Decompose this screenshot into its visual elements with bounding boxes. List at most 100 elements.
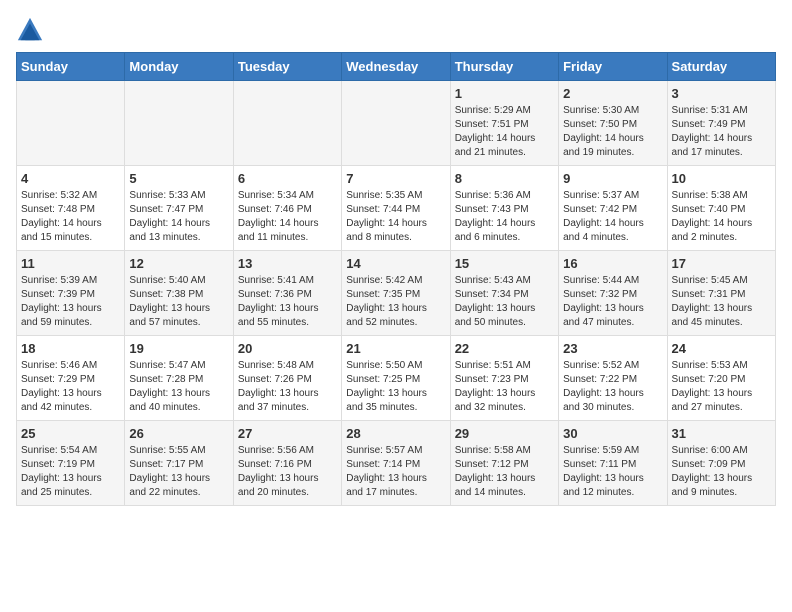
- day-number: 14: [346, 256, 445, 271]
- day-number: 8: [455, 171, 554, 186]
- cell-content: Sunrise: 5:29 AM Sunset: 7:51 PM Dayligh…: [455, 104, 554, 160]
- cell-content: Sunrise: 5:33 AM Sunset: 7:47 PM Dayligh…: [129, 189, 228, 245]
- calendar-cell: 27 Sunrise: 5:56 AM Sunset: 7:16 PM Dayli…: [233, 421, 341, 506]
- header-tuesday: Tuesday: [233, 53, 341, 81]
- cell-content: Sunrise: 5:34 AM Sunset: 7:46 PM Dayligh…: [238, 189, 337, 245]
- calendar-cell: 11 Sunrise: 5:39 AM Sunset: 7:39 PM Dayli…: [17, 251, 125, 336]
- day-number: 1: [455, 86, 554, 101]
- calendar-cell: 26 Sunrise: 5:55 AM Sunset: 7:17 PM Dayli…: [125, 421, 233, 506]
- calendar-cell: [17, 81, 125, 166]
- cell-content: Sunrise: 5:48 AM Sunset: 7:26 PM Dayligh…: [238, 359, 337, 415]
- cell-content: Sunrise: 5:54 AM Sunset: 7:19 PM Dayligh…: [21, 444, 120, 500]
- calendar-cell: 10 Sunrise: 5:38 AM Sunset: 7:40 PM Dayli…: [667, 166, 775, 251]
- calendar-cell: 28 Sunrise: 5:57 AM Sunset: 7:14 PM Dayli…: [342, 421, 450, 506]
- calendar-cell: 23Sunrise: 5:52 AM Sunset: 7:22 PM Dayli…: [559, 336, 667, 421]
- cell-content: Sunrise: 5:43 AM Sunset: 7:34 PM Dayligh…: [455, 274, 554, 330]
- cell-content: Sunrise: 5:57 AM Sunset: 7:14 PM Dayligh…: [346, 444, 445, 500]
- cell-content: Sunrise: 5:37 AM Sunset: 7:42 PM Dayligh…: [563, 189, 662, 245]
- calendar-cell: 31 Sunrise: 6:00 AM Sunset: 7:09 PM Dayli…: [667, 421, 775, 506]
- day-number: 27: [238, 426, 337, 441]
- calendar-cell: 21 Sunrise: 5:50 AM Sunset: 7:25 PM Dayli…: [342, 336, 450, 421]
- calendar-cell: 7 Sunrise: 5:35 AM Sunset: 7:44 PM Daylig…: [342, 166, 450, 251]
- day-number: 11: [21, 256, 120, 271]
- cell-content: Sunrise: 5:55 AM Sunset: 7:17 PM Dayligh…: [129, 444, 228, 500]
- day-number: 3: [672, 86, 771, 101]
- day-number: 12: [129, 256, 228, 271]
- day-number: 9: [563, 171, 662, 186]
- cell-content: Sunrise: 5:47 AM Sunset: 7:28 PM Dayligh…: [129, 359, 228, 415]
- calendar-week-3: 11 Sunrise: 5:39 AM Sunset: 7:39 PM Dayli…: [17, 251, 776, 336]
- calendar-cell: 13 Sunrise: 5:41 AM Sunset: 7:36 PM Dayli…: [233, 251, 341, 336]
- cell-content: Sunrise: 5:59 AM Sunset: 7:11 PM Dayligh…: [563, 444, 662, 500]
- logo: [16, 16, 48, 44]
- cell-content: Sunrise: 5:50 AM Sunset: 7:25 PM Dayligh…: [346, 359, 445, 415]
- cell-content: Sunrise: 5:30 AM Sunset: 7:50 PM Dayligh…: [563, 104, 662, 160]
- calendar-cell: 14 Sunrise: 5:42 AM Sunset: 7:35 PM Dayli…: [342, 251, 450, 336]
- day-number: 2: [563, 86, 662, 101]
- calendar-cell: 25 Sunrise: 5:54 AM Sunset: 7:19 PM Dayli…: [17, 421, 125, 506]
- calendar-cell: 9 Sunrise: 5:37 AM Sunset: 7:42 PM Daylig…: [559, 166, 667, 251]
- cell-content: Sunrise: 6:00 AM Sunset: 7:09 PM Dayligh…: [672, 444, 771, 500]
- header-wednesday: Wednesday: [342, 53, 450, 81]
- day-number: 31: [672, 426, 771, 441]
- cell-content: Sunrise: 5:56 AM Sunset: 7:16 PM Dayligh…: [238, 444, 337, 500]
- day-number: 19: [129, 341, 228, 356]
- cell-content: Sunrise: 5:44 AM Sunset: 7:32 PM Dayligh…: [563, 274, 662, 330]
- calendar-cell: 1 Sunrise: 5:29 AM Sunset: 7:51 PM Daylig…: [450, 81, 558, 166]
- header-monday: Monday: [125, 53, 233, 81]
- cell-content: Sunrise: 5:40 AM Sunset: 7:38 PM Dayligh…: [129, 274, 228, 330]
- day-number: 23: [563, 341, 662, 356]
- calendar-cell: [233, 81, 341, 166]
- cell-content: Sunrise: 5:39 AM Sunset: 7:39 PM Dayligh…: [21, 274, 120, 330]
- day-number: 30: [563, 426, 662, 441]
- calendar-cell: 16 Sunrise: 5:44 AM Sunset: 7:32 PM Dayli…: [559, 251, 667, 336]
- calendar-cell: 17 Sunrise: 5:45 AM Sunset: 7:31 PM Dayli…: [667, 251, 775, 336]
- day-number: 5: [129, 171, 228, 186]
- header-sunday: Sunday: [17, 53, 125, 81]
- day-number: 6: [238, 171, 337, 186]
- calendar-header-row: SundayMondayTuesdayWednesdayThursdayFrid…: [17, 53, 776, 81]
- calendar-table: SundayMondayTuesdayWednesdayThursdayFrid…: [16, 52, 776, 506]
- cell-content: Sunrise: 5:36 AM Sunset: 7:43 PM Dayligh…: [455, 189, 554, 245]
- calendar-cell: 5 Sunrise: 5:33 AM Sunset: 7:47 PM Daylig…: [125, 166, 233, 251]
- day-number: 4: [21, 171, 120, 186]
- cell-content: Sunrise: 5:41 AM Sunset: 7:36 PM Dayligh…: [238, 274, 337, 330]
- day-number: 18: [21, 341, 120, 356]
- cell-content: Sunrise: 5:38 AM Sunset: 7:40 PM Dayligh…: [672, 189, 771, 245]
- calendar-cell: 24Sunrise: 5:53 AM Sunset: 7:20 PM Dayli…: [667, 336, 775, 421]
- cell-content: Sunrise: 5:42 AM Sunset: 7:35 PM Dayligh…: [346, 274, 445, 330]
- header: [16, 16, 776, 44]
- calendar-cell: 4 Sunrise: 5:32 AM Sunset: 7:48 PM Daylig…: [17, 166, 125, 251]
- cell-content: Sunrise: 5:45 AM Sunset: 7:31 PM Dayligh…: [672, 274, 771, 330]
- calendar-cell: 30 Sunrise: 5:59 AM Sunset: 7:11 PM Dayli…: [559, 421, 667, 506]
- day-number: 15: [455, 256, 554, 271]
- calendar-week-2: 4 Sunrise: 5:32 AM Sunset: 7:48 PM Daylig…: [17, 166, 776, 251]
- cell-content: Sunrise: 5:31 AM Sunset: 7:49 PM Dayligh…: [672, 104, 771, 160]
- day-number: 29: [455, 426, 554, 441]
- day-number: 13: [238, 256, 337, 271]
- day-number: 24: [672, 341, 771, 356]
- day-number: 25: [21, 426, 120, 441]
- day-number: 17: [672, 256, 771, 271]
- cell-content: Sunrise: 5:32 AM Sunset: 7:48 PM Dayligh…: [21, 189, 120, 245]
- cell-content: Sunrise: 5:58 AM Sunset: 7:12 PM Dayligh…: [455, 444, 554, 500]
- day-number: 28: [346, 426, 445, 441]
- day-number: 10: [672, 171, 771, 186]
- calendar-cell: 12 Sunrise: 5:40 AM Sunset: 7:38 PM Dayli…: [125, 251, 233, 336]
- header-thursday: Thursday: [450, 53, 558, 81]
- calendar-cell: 3 Sunrise: 5:31 AM Sunset: 7:49 PM Daylig…: [667, 81, 775, 166]
- cell-content: Sunrise: 5:46 AM Sunset: 7:29 PM Dayligh…: [21, 359, 120, 415]
- calendar-cell: 29 Sunrise: 5:58 AM Sunset: 7:12 PM Dayli…: [450, 421, 558, 506]
- calendar-cell: [342, 81, 450, 166]
- calendar-cell: 18 Sunrise: 5:46 AM Sunset: 7:29 PM Dayli…: [17, 336, 125, 421]
- day-number: 7: [346, 171, 445, 186]
- header-saturday: Saturday: [667, 53, 775, 81]
- day-number: 26: [129, 426, 228, 441]
- day-number: 16: [563, 256, 662, 271]
- day-number: 21: [346, 341, 445, 356]
- cell-content: Sunrise: 5:35 AM Sunset: 7:44 PM Dayligh…: [346, 189, 445, 245]
- calendar-cell: 20 Sunrise: 5:48 AM Sunset: 7:26 PM Dayli…: [233, 336, 341, 421]
- calendar-cell: 19 Sunrise: 5:47 AM Sunset: 7:28 PM Dayli…: [125, 336, 233, 421]
- day-number: 20: [238, 341, 337, 356]
- calendar-cell: 6 Sunrise: 5:34 AM Sunset: 7:46 PM Daylig…: [233, 166, 341, 251]
